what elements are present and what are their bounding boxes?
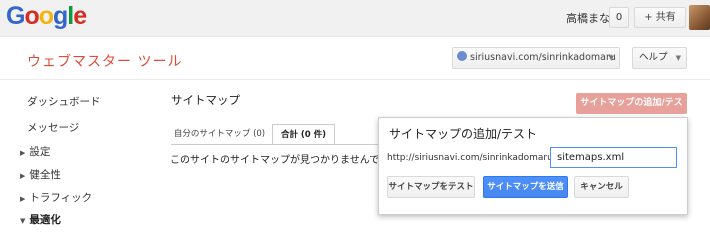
help-button[interactable]: ヘルプ ▼ [632,47,687,69]
sidebar-item-label: 設定 [29,146,51,158]
sidebar-item-label: ダッシュボード [27,96,101,108]
avatar[interactable] [689,5,710,30]
site-selector-label: siriusnavi.com/sinrinkadomaru [470,52,616,63]
chevron-right-icon: ▶ [20,149,26,157]
url-prefix: http://siriusnavi.com/sinrinkadomaru/ [387,153,556,163]
logo-letter: e [73,2,87,30]
dialog-title: サイトマップの追加/テスト [389,127,538,141]
test-sitemap-button[interactable]: サイトマップをテスト [387,176,475,198]
tab-all[interactable]: 合計 (0 件) [272,124,335,145]
submit-sitemap-button[interactable]: サイトマップを送信 [483,176,568,198]
notifications-button[interactable]: 0 [609,7,629,28]
sitemap-path-input[interactable]: sitemaps.xml [550,147,677,168]
share-button[interactable]: + 共有 [634,7,686,28]
app-title: ウェブマスター ツール [27,54,183,70]
sidebar-item-label: 健全性 [29,169,61,181]
empty-message: このサイトのサイトマップが見つかりませんでした。 [170,155,410,166]
sidebar-item-label: メッセージ [27,122,80,134]
sidebar-item-messages[interactable]: メッセージ [27,120,79,135]
logo-letter: o [38,2,54,30]
google-logo[interactable]: Google [6,2,87,30]
user-name[interactable]: 高橋まな [566,10,610,26]
logo-letter: g [53,2,68,30]
page-title: サイトマップ [171,93,240,107]
chevron-down-icon: ▼ [20,217,26,225]
chevron-right-icon: ▶ [20,172,26,180]
tab-divider [171,144,381,145]
tab-my-sitemaps[interactable]: 自分のサイトマップ (0) [171,124,268,145]
sidebar-item-traffic[interactable]: ▶ トラフィック [20,190,92,205]
add-test-sitemap-button[interactable]: サイトマップの追加/テスト [576,93,687,129]
site-selector[interactable]: siriusnavi.com/sinrinkadomaru ▼ [452,47,620,69]
chevron-right-icon: ▶ [20,195,26,203]
logo-letter: G [6,2,25,30]
sidebar-item-optimization[interactable]: ▼ 最適化 [20,212,61,227]
globe-icon [457,51,467,61]
chevron-down-icon: ▼ [675,54,681,62]
sidebar-item-dashboard[interactable]: ダッシュボード [27,94,101,109]
sidebar-item-label: トラフィック [29,192,93,204]
sidebar-item-health[interactable]: ▶ 健全性 [20,167,61,182]
logo-letter: o [24,2,39,30]
sidebar-item-settings[interactable]: ▶ 設定 [20,144,50,159]
sidebar-item-label: 最適化 [29,214,61,226]
help-label: ヘルプ [639,52,668,63]
chevron-down-icon: ▼ [608,54,614,62]
cancel-button[interactable]: キャンセル [574,176,629,198]
